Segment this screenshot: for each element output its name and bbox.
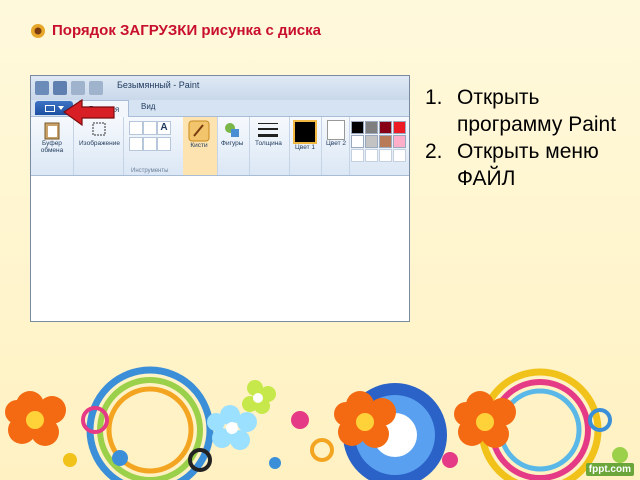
brush-icon — [188, 120, 210, 142]
color1-button[interactable]: Цвет 1 — [293, 120, 317, 151]
group-size: Толщина — [249, 117, 290, 175]
slide-title: Порядок ЗАГРУЗКИ рисунка с диска — [52, 22, 321, 39]
palette-swatch[interactable] — [365, 135, 378, 148]
shapes-label: Фигуры — [221, 140, 244, 147]
group-shapes: Фигуры — [217, 117, 250, 175]
list-item: 1. Открыть программу Paint — [425, 84, 625, 138]
palette-swatch-empty[interactable] — [393, 149, 406, 162]
line-width-icon — [258, 123, 279, 137]
step-number: 2. — [425, 140, 443, 163]
group-tools: A Инструменты — [123, 117, 184, 175]
brushes-label: Кисти — [190, 142, 208, 149]
drawing-canvas[interactable] — [31, 176, 409, 321]
color1-swatch — [293, 120, 317, 144]
list-item: 2. Открыть меню ФАЙЛ — [425, 138, 625, 192]
fill-icon[interactable] — [143, 121, 157, 135]
window-title: Безымянный - Paint — [117, 80, 200, 90]
pencil-icon[interactable] — [129, 121, 143, 135]
palette-swatch[interactable] — [351, 121, 364, 134]
step-text: Открыть меню ФАЙЛ — [457, 140, 599, 190]
group-color2: Цвет 2 — [321, 117, 350, 175]
color-palette — [351, 121, 409, 162]
save-icon[interactable] — [53, 81, 67, 95]
magnifier-icon[interactable] — [157, 137, 171, 151]
clipboard-label: Буфер обмена — [40, 140, 64, 154]
paint-app-icon — [35, 81, 49, 95]
palette-swatch[interactable] — [379, 121, 392, 134]
red-arrow-icon — [62, 98, 115, 127]
text-tool-icon[interactable]: A — [157, 121, 171, 135]
color2-swatch — [327, 120, 345, 140]
palette-swatch[interactable] — [351, 135, 364, 148]
palette-swatch-empty[interactable] — [351, 149, 364, 162]
tab-view[interactable]: Вид — [141, 102, 155, 111]
flower-bullet-icon — [31, 23, 45, 38]
tools-caption: Инструменты — [131, 168, 169, 174]
palette-swatch-empty[interactable] — [379, 149, 392, 162]
clipboard-icon — [44, 122, 60, 140]
size-label: Толщина — [255, 140, 282, 147]
step-text: Открыть программу Paint — [457, 86, 617, 136]
color2-button[interactable]: Цвет 2 — [325, 120, 347, 147]
palette-swatch[interactable] — [393, 121, 406, 134]
palette-swatch-empty[interactable] — [365, 149, 378, 162]
decorative-flowers — [5, 366, 628, 480]
brushes-button[interactable]: Кисти — [188, 120, 210, 149]
step-number: 1. — [425, 86, 443, 109]
quick-access-toolbar: Безымянный - Paint — [31, 76, 409, 100]
group-color1: Цвет 1 — [289, 117, 322, 175]
color-picker-icon[interactable] — [143, 137, 157, 151]
eraser-icon[interactable] — [129, 137, 143, 151]
palette-swatch[interactable] — [379, 135, 392, 148]
slide-title-row: Порядок ЗАГРУЗКИ рисунка с диска — [30, 22, 321, 39]
redo-icon[interactable] — [89, 81, 103, 95]
color1-label: Цвет 1 — [295, 144, 315, 151]
palette-swatch[interactable] — [393, 135, 406, 148]
color2-label: Цвет 2 — [326, 140, 346, 147]
image-label: Изображение — [79, 140, 120, 147]
file-menu-icon — [44, 104, 55, 112]
undo-icon[interactable] — [71, 81, 85, 95]
steps-list: 1. Открыть программу Paint 2. Открыть ме… — [425, 84, 625, 192]
group-brushes: Кисти — [183, 117, 218, 175]
shapes-button[interactable]: Фигуры — [221, 120, 243, 147]
shapes-icon — [225, 123, 240, 137]
palette-swatch[interactable] — [365, 121, 378, 134]
size-button[interactable]: Толщина — [255, 120, 282, 147]
watermark: fppt.com — [585, 463, 634, 476]
